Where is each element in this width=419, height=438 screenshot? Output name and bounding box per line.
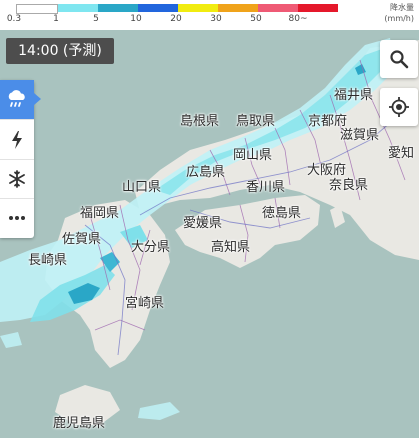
active-layer-indicator	[34, 93, 41, 105]
current-location-button[interactable]	[380, 88, 418, 126]
legend-color-scale	[16, 4, 338, 14]
place-label-miyazaki: 宮崎県	[125, 296, 165, 311]
place-label-kagoshima: 鹿児島県	[53, 416, 106, 431]
place-label-okayama: 岡山県	[233, 148, 273, 163]
layer-panel	[0, 80, 34, 238]
lightning-layer-button[interactable]	[0, 120, 34, 160]
snow-layer-button[interactable]	[0, 159, 34, 199]
legend-unit-label: 降水量	[390, 3, 414, 12]
place-label-shiga: 滋賀県	[340, 128, 380, 143]
place-label-tokushima: 徳島県	[262, 206, 302, 221]
legend-swatch-4	[178, 4, 218, 12]
place-label-shimane: 島根県	[180, 114, 220, 129]
more-button[interactable]	[0, 198, 34, 237]
place-label-oita: 大分県	[131, 240, 171, 255]
search-button[interactable]	[380, 40, 418, 78]
place-label-yamaguchi: 山口県	[122, 180, 162, 195]
place-label-nara: 奈良県	[329, 178, 369, 193]
legend-tick: 50	[250, 14, 262, 24]
legend-tick: 10	[130, 14, 142, 24]
place-label-fukui: 福井県	[334, 88, 374, 103]
search-icon	[390, 50, 409, 69]
precipitation-legend: 0.3 1 5 10 20 30 50 80~ 降水量 (mm/h)	[0, 0, 419, 30]
legend-swatch-1	[58, 4, 98, 12]
legend-tick: 80~	[288, 14, 308, 24]
legend-tick: 30	[210, 14, 222, 24]
snowflake-icon	[9, 169, 25, 188]
legend-swatch-7	[298, 4, 338, 12]
place-label-tottori: 鳥取県	[236, 114, 276, 129]
legend-swatch-2	[98, 4, 138, 12]
place-label-nagasaki: 長崎県	[28, 253, 68, 268]
legend-unit-suffix: (mm/h)	[384, 14, 414, 23]
legend-unit: 降水量 (mm/h)	[384, 2, 414, 24]
rain-layer-button[interactable]	[0, 80, 34, 120]
legend-swatch-0	[16, 4, 58, 14]
place-label-ehime: 愛媛県	[183, 216, 223, 231]
lightning-icon	[12, 130, 22, 149]
legend-swatch-6	[258, 4, 298, 12]
legend-tick: 0.3	[6, 14, 22, 24]
rain-cloud-icon	[8, 89, 25, 107]
place-label-kochi: 高知県	[211, 240, 251, 255]
legend-tick: 20	[170, 14, 182, 24]
place-label-fukuoka: 福岡県	[80, 206, 120, 221]
more-dots-icon	[9, 215, 25, 220]
legend-swatch-3	[138, 4, 178, 12]
place-label-kagawa: 香川県	[246, 180, 286, 195]
legend-tick: 1	[53, 14, 59, 24]
legend-swatch-5	[218, 4, 258, 12]
place-label-saga: 佐賀県	[62, 232, 102, 247]
place-label-hiroshima: 広島県	[186, 165, 226, 180]
current-location-icon	[389, 97, 409, 117]
place-label-aichi: 愛知	[388, 146, 415, 161]
legend-tick: 5	[93, 14, 99, 24]
forecast-time-badge[interactable]: 14:00 (予測)	[6, 38, 114, 64]
legend-ticks: 0.3 1 5 10 20 30 50 80~	[0, 14, 360, 28]
